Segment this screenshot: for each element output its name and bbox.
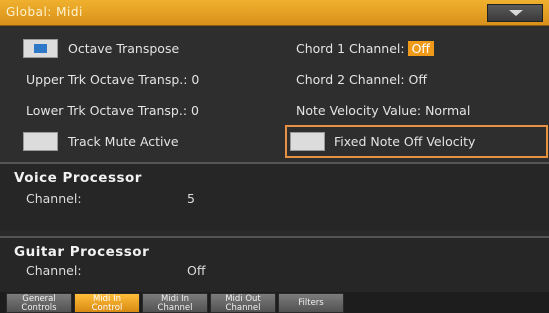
fixed-note-off-velocity-checkbox[interactable]: [290, 132, 325, 151]
fixed-note-off-velocity-label: Fixed Note Off Velocity: [334, 134, 476, 149]
track-mute-active-checkbox[interactable]: [23, 132, 58, 151]
octave-transpose-label: Octave Transpose: [68, 41, 180, 56]
guitar-processor-heading: Guitar Processor: [14, 244, 150, 260]
tab-filters[interactable]: Filters: [278, 293, 344, 313]
chord1-channel-label: Chord 1 Channel:: [296, 41, 405, 56]
chord1-channel-row: Chord 1 Channel: Off: [296, 41, 435, 56]
chord1-channel-value[interactable]: Off: [407, 41, 435, 56]
note-velocity-value[interactable]: Note Velocity Value: Normal: [296, 103, 470, 118]
lower-trk-octave-transp[interactable]: Lower Trk Octave Transp.: 0: [26, 103, 199, 118]
chord2-channel[interactable]: Chord 2 Channel: Off: [296, 72, 427, 87]
guitar-processor-section: Guitar Processor Channel: Off: [0, 236, 549, 294]
guitar-processor-channel-label: Channel:: [26, 263, 82, 278]
tab-general-controls[interactable]: General Controls: [6, 293, 72, 313]
voice-processor-channel-value[interactable]: 5: [187, 191, 195, 206]
track-mute-active-label: Track Mute Active: [68, 134, 179, 149]
chevron-down-icon: [509, 10, 523, 16]
tab-midi-in-channel[interactable]: Midi In Channel: [142, 293, 208, 313]
tab-label-line2: Controls: [21, 303, 57, 313]
upper-trk-octave-transp[interactable]: Upper Trk Octave Transp.: 0: [26, 72, 199, 87]
tab-label-line2: Control: [91, 303, 123, 313]
voice-processor-section: Voice Processor Channel: 5: [0, 162, 549, 230]
tab-midi-in-control[interactable]: Midi In Control: [74, 293, 140, 313]
voice-processor-channel-label: Channel:: [26, 191, 82, 206]
page-title: Global: Midi: [6, 5, 83, 19]
tab-bar: General Controls Midi In Control Midi In…: [0, 292, 549, 313]
page-menu-button[interactable]: [487, 4, 543, 22]
voice-processor-heading: Voice Processor: [14, 170, 142, 186]
tab-label-line2: Channel: [225, 303, 261, 313]
tab-midi-out-channel[interactable]: Midi Out Channel: [210, 293, 276, 313]
tab-label-line2: Channel: [157, 303, 193, 313]
title-bar: Global: Midi: [0, 0, 549, 26]
guitar-processor-channel-value[interactable]: Off: [187, 263, 205, 278]
tab-label-line1: Filters: [298, 298, 324, 308]
octave-transpose-checkbox[interactable]: [23, 39, 58, 58]
